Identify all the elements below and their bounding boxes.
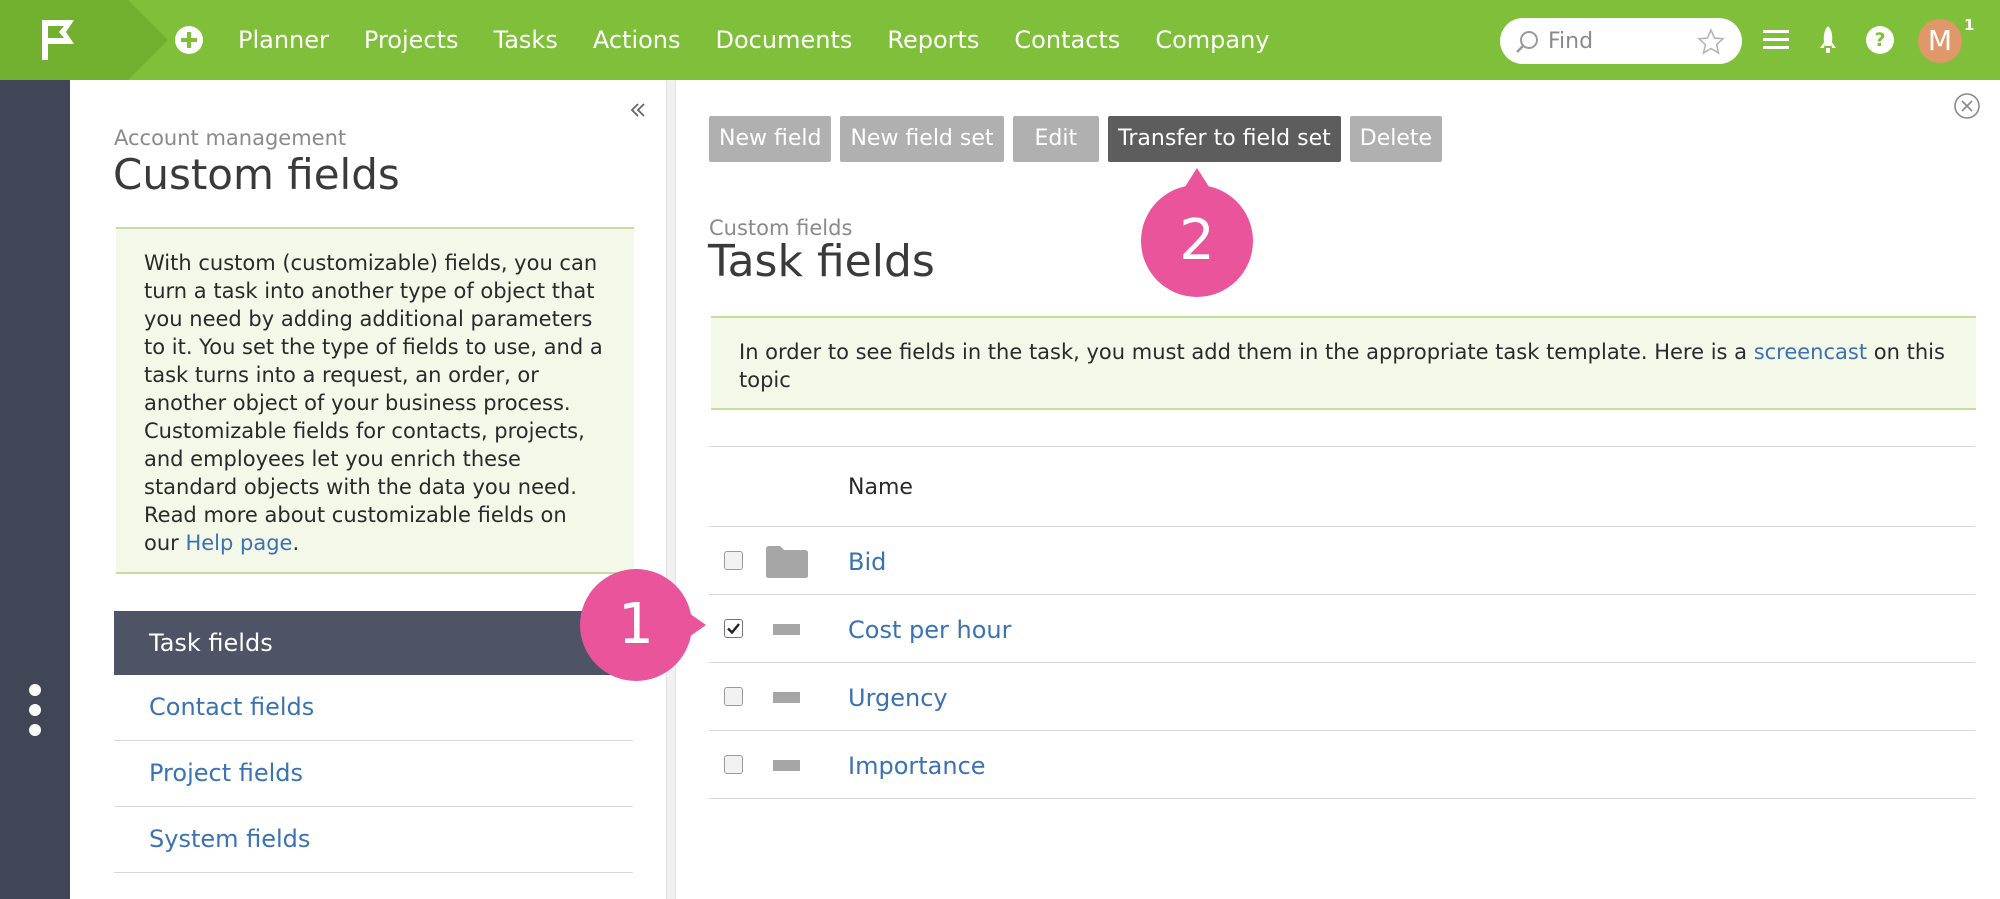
nav-tasks[interactable]: Tasks — [494, 26, 558, 54]
nav-documents[interactable]: Documents — [716, 26, 853, 54]
star-icon[interactable] — [1696, 27, 1726, 57]
more-options-icon[interactable] — [26, 684, 44, 740]
sidebar-item-task-fields[interactable]: Task fields — [114, 611, 633, 675]
main-nav: Planner Projects Tasks Actions Documents… — [238, 0, 1305, 80]
rocket-icon[interactable] — [1812, 24, 1844, 56]
sidebar-item-contact-fields[interactable]: Contact fields — [114, 675, 633, 741]
collapse-sidebar-icon[interactable] — [628, 100, 648, 120]
nav-planner[interactable]: Planner — [238, 26, 329, 54]
search-box — [1500, 18, 1742, 64]
fields-table: Name Bid Cost per hour Urgency Importanc… — [709, 446, 1975, 799]
top-navigation-bar: Planner Projects Tasks Actions Documents… — [0, 0, 2000, 80]
page-title: Custom fields — [113, 150, 400, 199]
field-type-icon — [773, 692, 800, 703]
row-checkbox[interactable] — [724, 619, 743, 638]
sidebar-menu: Task fields Contact fields Project field… — [114, 611, 633, 873]
field-link[interactable]: Bid — [848, 548, 886, 576]
sidebar-supertitle: Account management — [114, 126, 347, 150]
callout-badge-2: 2 — [1141, 185, 1253, 297]
callout-badge-1: 1 — [580, 569, 692, 681]
svg-text:?: ? — [1874, 29, 1885, 51]
info-box: With custom (customizable) fields, you c… — [116, 227, 634, 574]
notification-badge: 1 — [1964, 16, 1975, 34]
field-link[interactable]: Cost per hour — [848, 616, 1011, 644]
sidebar-resizer[interactable] — [666, 80, 676, 899]
notice-text: In order to see fields in the task, you … — [739, 340, 1754, 364]
sidebar-item-project-fields[interactable]: Project fields — [114, 741, 633, 807]
notice-box: In order to see fields in the task, you … — [711, 316, 1976, 410]
nav-reports[interactable]: Reports — [887, 26, 979, 54]
search-icon — [1516, 31, 1538, 53]
table-row: Bid — [709, 527, 1975, 595]
table-row: Urgency — [709, 663, 1975, 731]
row-checkbox[interactable] — [724, 551, 743, 570]
left-rail — [0, 80, 70, 899]
nav-projects[interactable]: Projects — [364, 26, 459, 54]
close-icon[interactable] — [1953, 92, 1981, 120]
row-checkbox[interactable] — [724, 755, 743, 774]
new-field-button[interactable]: New field — [709, 116, 832, 162]
nav-contacts[interactable]: Contacts — [1014, 26, 1120, 54]
callout-pointer-1 — [686, 611, 706, 639]
sidebar-item-system-fields[interactable]: System fields — [114, 807, 633, 873]
transfer-to-field-set-button[interactable]: Transfer to field set — [1108, 116, 1341, 162]
table-row: Cost per hour — [709, 595, 1975, 663]
info-text-end: . — [292, 531, 300, 555]
table-header: Name — [709, 447, 1975, 527]
row-checkbox[interactable] — [724, 687, 743, 706]
info-text: With custom (customizable) fields, you c… — [144, 251, 603, 555]
delete-button[interactable]: Delete — [1349, 116, 1443, 162]
add-plus-icon[interactable] — [174, 25, 204, 55]
toolbar: New field New field set Edit Transfer to… — [709, 116, 1451, 162]
field-link[interactable]: Urgency — [848, 684, 948, 712]
avatar[interactable]: M — [1918, 19, 1962, 63]
edit-button[interactable]: Edit — [1012, 116, 1100, 162]
section-title: Task fields — [708, 236, 935, 287]
nav-actions[interactable]: Actions — [593, 26, 681, 54]
nav-company[interactable]: Company — [1155, 26, 1269, 54]
menu-icon[interactable] — [1760, 24, 1792, 56]
field-type-icon — [773, 760, 800, 771]
name-column-header[interactable]: Name — [848, 475, 913, 500]
screencast-link[interactable]: screencast — [1754, 340, 1867, 364]
table-row: Importance — [709, 731, 1975, 799]
new-field-set-button[interactable]: New field set — [840, 116, 1004, 162]
field-type-icon — [773, 624, 800, 635]
help-icon[interactable]: ? — [1864, 24, 1896, 56]
folder-icon — [766, 546, 808, 578]
help-page-link[interactable]: Help page — [185, 531, 292, 555]
search-input[interactable] — [1548, 24, 1688, 58]
logo-area[interactable] — [0, 0, 128, 80]
field-link[interactable]: Importance — [848, 752, 986, 780]
flag-logo-icon — [42, 20, 74, 60]
check-icon — [727, 623, 740, 635]
logo-arrow — [128, 0, 168, 80]
